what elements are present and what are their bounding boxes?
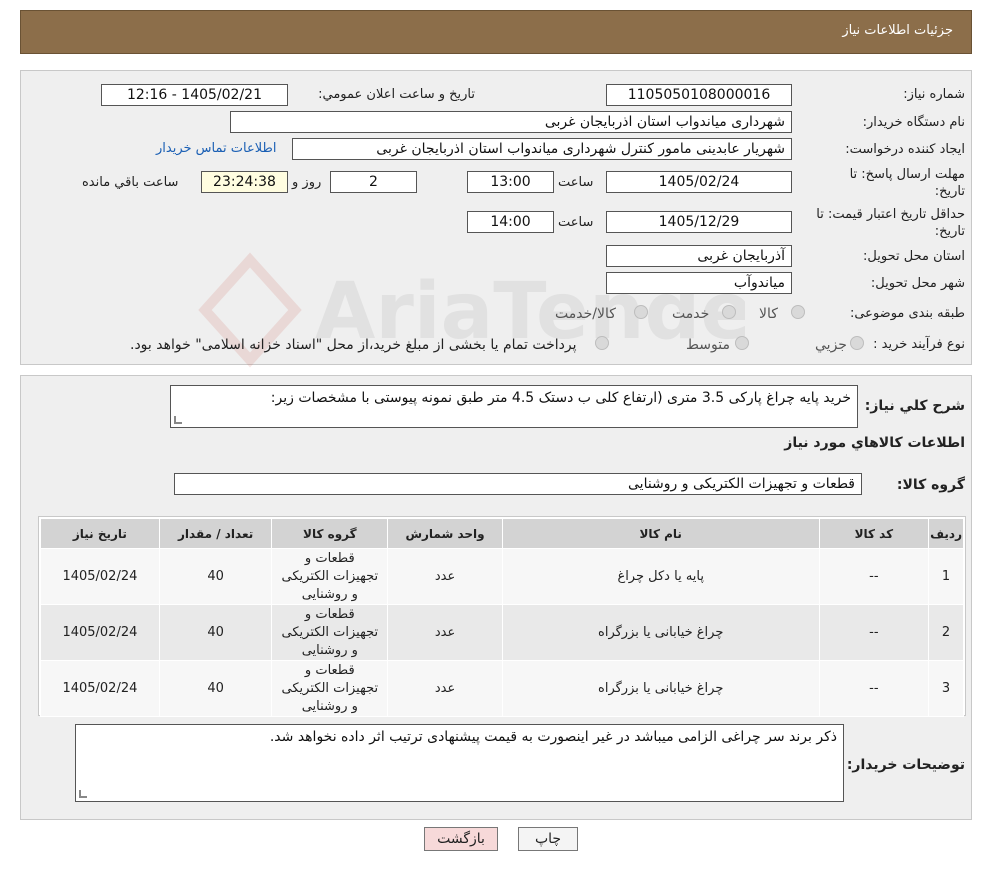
category-label: طبقه بندی موضوعی:: [849, 306, 965, 321]
remaining-word: ساعت باقي مانده: [82, 175, 179, 190]
cell-unit: عدد: [387, 548, 503, 605]
buyer-org-label: نام دستگاه خريدار:: [862, 115, 965, 130]
cell-unit: عدد: [387, 604, 503, 661]
need-number-field: 1105050108000016: [606, 84, 792, 106]
cell-need-date: 1405/02/24: [40, 548, 160, 605]
cell-code: --: [818, 660, 930, 717]
table-row: 3 -- چراغ خیابانی یا بزرگراه عدد قطعات و…: [40, 660, 964, 717]
cell-name: پایه یا دکل چراغ: [501, 548, 820, 605]
goods-info-title: اطلاعات کالاهاي مورد نياز: [784, 435, 965, 451]
page-title: جزئیات اطلاعات نیاز: [842, 23, 953, 38]
category-goods-service-label: کالا/خدمت: [555, 306, 616, 322]
cell-code: --: [818, 604, 930, 661]
remaining-time-field: 23:24:38: [201, 171, 288, 193]
col-header-unit: واحد شمارش: [387, 518, 503, 549]
cell-quantity: 40: [158, 660, 273, 717]
category-goods-label: کالا: [759, 306, 778, 322]
cell-group: قطعات و تجهیزات الکتریکی و روشنایی: [271, 548, 389, 605]
process-medium-radio[interactable]: [735, 336, 749, 350]
province-field: آذربایجان غربی: [606, 245, 792, 267]
process-minor-label: جزيي: [815, 337, 847, 353]
cell-need-date: 1405/02/24: [40, 604, 160, 661]
creator-label: ايجاد کننده درخواست:: [845, 142, 965, 157]
deadline-date-field: 1405/02/24: [606, 171, 792, 193]
col-header-group: گروه کالا: [271, 518, 389, 549]
cell-group: قطعات و تجهیزات الکتریکی و روشنایی: [271, 604, 389, 661]
validity-date-field: 1405/12/29: [606, 211, 792, 233]
city-label: شهر محل تحويل:: [870, 276, 965, 291]
items-table: رديف کد کالا نام کالا واحد شمارش گروه کا…: [40, 518, 964, 717]
category-service-label: خدمت: [672, 306, 710, 322]
announce-label: تاریخ و ساعت اعلان عمومي:: [318, 87, 475, 102]
table-row: 2 -- چراغ خیابانی یا بزرگراه عدد قطعات و…: [40, 604, 964, 661]
validity-time-word: ساعت: [558, 215, 594, 230]
buyer-notes-label: توضيحات خريدار:: [846, 757, 965, 773]
process-minor-radio[interactable]: [850, 336, 864, 350]
validity-label-1: حداقل تاريخ اعتبار قيمت: تا: [816, 207, 965, 222]
cell-row-number: 1: [928, 548, 964, 605]
print-button[interactable]: چاپ: [518, 827, 578, 851]
items-table-wrapper: رديف کد کالا نام کالا واحد شمارش گروه کا…: [38, 516, 966, 717]
province-label: استان محل تحويل:: [863, 249, 965, 264]
back-button[interactable]: بازگشت: [424, 827, 498, 851]
treasury-note-radio[interactable]: [595, 336, 609, 350]
summary-label: شرح کلي نياز:: [864, 398, 965, 414]
buyer-notes-text: ذکر برند سر چراغی الزامی میباشد در غیر ا…: [269, 729, 837, 745]
col-header-name: نام کالا: [501, 518, 820, 549]
treasury-note-text: پرداخت تمام یا بخشی از مبلغ خرید،از محل …: [130, 337, 577, 353]
validity-time-field: 14:00: [467, 211, 554, 233]
deadline-time-word: ساعت: [558, 175, 594, 190]
cell-quantity: 40: [158, 604, 273, 661]
group-label: گروه کالا:: [896, 477, 965, 493]
summary-text: خرید پایه چراغ پارکی 3.5 متری (ارتفاع کل…: [270, 390, 851, 406]
need-number-label: شماره نیاز:: [903, 87, 965, 102]
cell-group: قطعات و تجهیزات الکتریکی و روشنایی: [271, 660, 389, 717]
col-header-need-date: تاريخ نياز: [40, 518, 160, 549]
cell-need-date: 1405/02/24: [40, 660, 160, 717]
resize-handle-icon[interactable]: [174, 416, 182, 424]
days-word: روز و: [292, 175, 322, 190]
cell-unit: عدد: [387, 660, 503, 717]
process-medium-label: متوسط: [686, 337, 730, 353]
category-service-radio[interactable]: [722, 305, 736, 319]
creator-field: شهریار عابدینی مامور کنترل شهرداری میاند…: [292, 138, 792, 160]
page-header: جزئیات اطلاعات نیاز: [20, 10, 972, 54]
cell-name: چراغ خیابانی یا بزرگراه: [501, 604, 820, 661]
process-label: نوع فرآيند خريد :: [873, 337, 965, 352]
city-field: میاندوآب: [606, 272, 792, 294]
table-row: 1 -- پایه یا دکل چراغ عدد قطعات و تجهیزا…: [40, 548, 964, 605]
col-header-code: کد کالا: [818, 518, 930, 549]
cell-row-number: 2: [928, 604, 964, 661]
buyer-contact-link[interactable]: اطلاعات تماس خريدار: [156, 141, 276, 156]
deadline-label-1: مهلت ارسال پاسخ: تا: [849, 167, 965, 182]
col-header-quantity: تعداد / مقدار: [158, 518, 273, 549]
buyer-org-field: شهرداری میاندواب استان اذربایجان غربی: [230, 111, 792, 133]
deadline-label-2: تاريخ:: [934, 184, 965, 199]
validity-label-2: تاريخ:: [934, 224, 965, 239]
summary-textarea[interactable]: خرید پایه چراغ پارکی 3.5 متری (ارتفاع کل…: [170, 385, 858, 428]
cell-quantity: 40: [158, 548, 273, 605]
announce-datetime-field: 1405/02/21 - 12:16: [101, 84, 288, 106]
category-goods-service-radio[interactable]: [634, 305, 648, 319]
cell-name: چراغ خیابانی یا بزرگراه: [501, 660, 820, 717]
resize-handle-icon[interactable]: [79, 790, 87, 798]
cell-code: --: [818, 548, 930, 605]
col-header-row-number: رديف: [928, 518, 964, 549]
days-remaining-field: 2: [330, 171, 417, 193]
buyer-notes-textarea[interactable]: ذکر برند سر چراغی الزامی میباشد در غیر ا…: [75, 724, 844, 802]
deadline-time-field: 13:00: [467, 171, 554, 193]
group-field: قطعات و تجهیزات الکتریکی و روشنایی: [174, 473, 862, 495]
cell-row-number: 3: [928, 660, 964, 717]
category-goods-radio[interactable]: [791, 305, 805, 319]
